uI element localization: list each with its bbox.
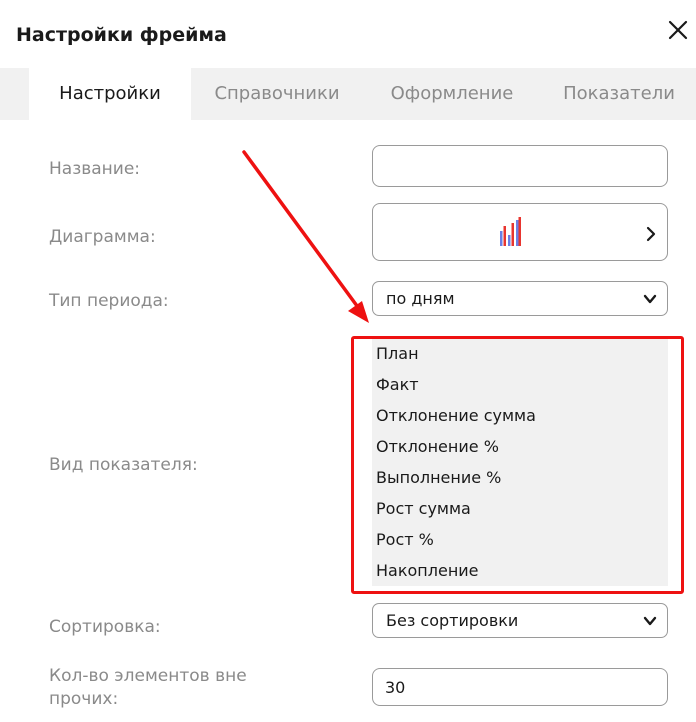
period-type-value: по дням bbox=[386, 289, 455, 308]
dialog-content: Настройки Справочники Оформление Показат… bbox=[0, 68, 696, 722]
indicator-type-label: Вид показателя: bbox=[49, 455, 198, 475]
chevron-right-icon bbox=[646, 226, 656, 242]
settings-panel: Название: Диаграмма: Тип периода: по дня… bbox=[0, 120, 696, 722]
frame-settings-dialog: Настройки фрейма Настройки Справочники О… bbox=[0, 0, 696, 722]
list-item[interactable]: Факт bbox=[376, 375, 419, 394]
count-input[interactable] bbox=[372, 668, 668, 706]
dialog-title: Настройки фрейма bbox=[16, 24, 227, 46]
diagram-label: Диаграмма: bbox=[49, 227, 156, 247]
count-label-line2: прочих: bbox=[49, 689, 119, 709]
tab-appearance[interactable]: Оформление bbox=[366, 68, 538, 120]
tab-indicators[interactable]: Показатели bbox=[546, 68, 692, 120]
chevron-down-icon bbox=[643, 616, 657, 626]
close-icon[interactable] bbox=[666, 18, 690, 42]
sort-label: Сортировка: bbox=[49, 617, 161, 637]
sort-select[interactable]: Без сортировки bbox=[372, 603, 668, 638]
tab-references[interactable]: Справочники bbox=[194, 68, 360, 120]
list-item[interactable]: Рост сумма bbox=[376, 499, 471, 518]
chevron-down-icon bbox=[643, 294, 657, 304]
list-item[interactable]: Отклонение % bbox=[376, 437, 499, 456]
list-item[interactable]: Отклонение сумма bbox=[376, 406, 536, 425]
name-label: Название: bbox=[49, 159, 141, 179]
tab-bar: Настройки Справочники Оформление Показат… bbox=[0, 68, 696, 120]
period-type-select[interactable]: по дням bbox=[372, 281, 668, 316]
list-item[interactable]: Выполнение % bbox=[376, 468, 501, 487]
bar-chart-icon bbox=[500, 217, 521, 246]
sort-value: Без сортировки bbox=[386, 611, 519, 630]
diagram-selector[interactable] bbox=[372, 203, 668, 261]
period-type-label: Тип периода: bbox=[49, 291, 169, 311]
count-label-line1: Кол-во элементов вне bbox=[49, 666, 247, 686]
list-item[interactable]: Накопление bbox=[376, 561, 479, 580]
list-item[interactable]: Рост % bbox=[376, 530, 434, 549]
tab-settings[interactable]: Настройки bbox=[29, 68, 191, 120]
count-label: Кол-во элементов вне прочих: bbox=[49, 665, 247, 711]
list-item[interactable]: План bbox=[376, 344, 419, 363]
name-input[interactable] bbox=[372, 145, 668, 187]
indicator-type-listbox[interactable]: План Факт Отклонение сумма Отклонение % … bbox=[372, 339, 668, 586]
